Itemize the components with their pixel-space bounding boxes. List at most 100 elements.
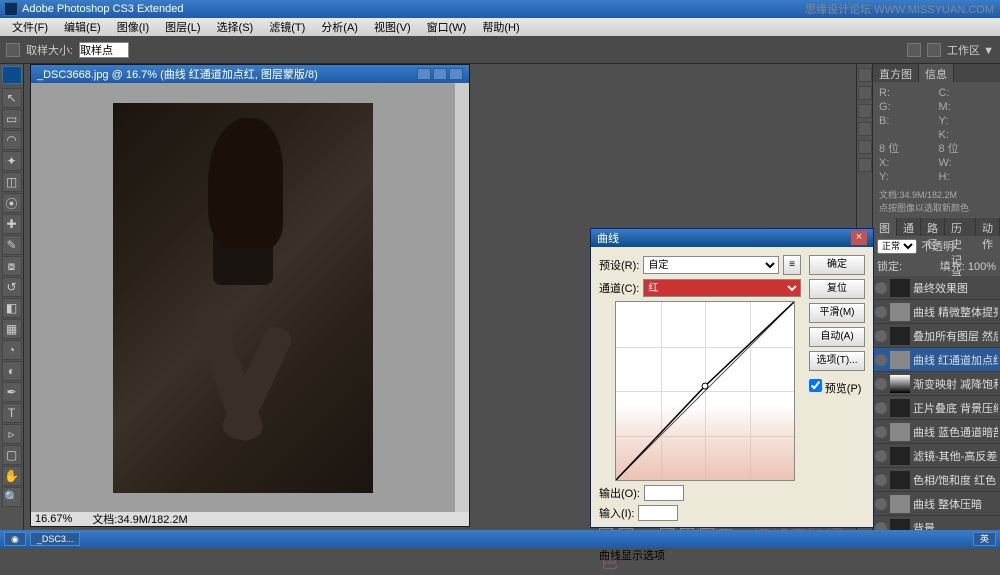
- document-titlebar[interactable]: _DSC3668.jpg @ 16.7% (曲线 红通道加点红, 图层蒙版/8): [31, 65, 469, 83]
- workspace-menu[interactable]: 工作区 ▼: [947, 42, 994, 58]
- tab-info[interactable]: 信息: [919, 64, 954, 82]
- tab-layers[interactable]: 图层: [873, 218, 897, 236]
- preview-label: 预览(P): [825, 383, 862, 395]
- visibility-icon[interactable]: [875, 282, 887, 294]
- crop-tool[interactable]: ◫: [2, 172, 22, 192]
- layer-item[interactable]: 曲线 蓝色通道暗部: [873, 420, 1000, 444]
- options-button[interactable]: 选项(T)...: [809, 351, 865, 371]
- hand-tool[interactable]: ✋: [2, 466, 22, 486]
- wand-tool[interactable]: ✦: [2, 151, 22, 171]
- history-brush-tool[interactable]: ↺: [2, 277, 22, 297]
- sample-size-input[interactable]: [79, 42, 129, 58]
- menu-layer[interactable]: 图层(L): [157, 17, 208, 37]
- output-input[interactable]: [644, 485, 684, 501]
- start-button[interactable]: ◉: [4, 532, 26, 546]
- preset-select[interactable]: 自定: [643, 256, 779, 274]
- smooth-button[interactable]: 平滑(M): [809, 303, 865, 323]
- blur-tool[interactable]: ◔: [2, 340, 22, 360]
- menu-file[interactable]: 文件(F): [4, 17, 56, 37]
- zoom-tool[interactable]: 🔍: [2, 487, 22, 507]
- tab-history[interactable]: 历史记录: [945, 218, 976, 236]
- marquee-tool[interactable]: ▭: [2, 109, 22, 129]
- scrollbar-vertical[interactable]: [455, 83, 469, 512]
- dock-color-icon[interactable]: [858, 86, 872, 100]
- zoom-level[interactable]: 16.67%: [35, 513, 72, 525]
- input-input[interactable]: [638, 505, 678, 521]
- dock-swatches-icon[interactable]: [858, 104, 872, 118]
- menu-filter[interactable]: 滤镜(T): [261, 17, 313, 37]
- layer-item[interactable]: 色相/饱和度 红色: [873, 468, 1000, 492]
- visibility-icon[interactable]: [875, 426, 887, 438]
- layer-item[interactable]: 渐变映射 减降饱和: [873, 372, 1000, 396]
- menu-help[interactable]: 帮助(H): [474, 17, 527, 37]
- curve-graph[interactable]: [615, 301, 795, 481]
- layer-item[interactable]: 滤镜-其他-高反差保-叠加柔光: [873, 444, 1000, 468]
- auto-button[interactable]: 自动(A): [809, 327, 865, 347]
- dock-navigator-icon[interactable]: [858, 68, 872, 82]
- visibility-icon[interactable]: [875, 450, 887, 462]
- taskbar-doc[interactable]: _DSC3...: [30, 532, 81, 546]
- tab-channels[interactable]: 通道: [897, 218, 921, 236]
- cancel-button[interactable]: 复位: [809, 279, 865, 299]
- tab-paths[interactable]: 路径: [921, 218, 945, 236]
- menu-window[interactable]: 窗口(W): [419, 17, 475, 37]
- visibility-icon[interactable]: [875, 498, 887, 510]
- type-tool[interactable]: T: [2, 403, 22, 423]
- dock-character-icon[interactable]: [858, 140, 872, 154]
- blend-mode-select[interactable]: 正常: [877, 239, 917, 254]
- layers-panel-tabs: 图层 通道 路径 历史记录 动作: [873, 218, 1000, 236]
- gradient-tool[interactable]: ▦: [2, 319, 22, 339]
- maximize-icon[interactable]: [433, 68, 447, 80]
- dock-styles-icon[interactable]: [858, 122, 872, 136]
- display-options-toggle[interactable]: 曲线显示选项: [599, 547, 665, 563]
- ok-button[interactable]: 确定: [809, 255, 865, 275]
- curves-titlebar[interactable]: 曲线 ×: [591, 229, 873, 247]
- visibility-icon[interactable]: [875, 474, 887, 486]
- move-tool[interactable]: ↖: [2, 88, 22, 108]
- preset-menu-icon[interactable]: ≡: [783, 255, 801, 275]
- visibility-icon[interactable]: [875, 330, 887, 342]
- menu-view[interactable]: 视图(V): [366, 17, 419, 37]
- eraser-tool[interactable]: ◧: [2, 298, 22, 318]
- curves-title-text: 曲线: [597, 230, 619, 246]
- document-canvas[interactable]: [31, 83, 455, 512]
- preview-checkbox[interactable]: [809, 379, 822, 392]
- info-panel: R:C: G:M: B:Y: K: 8 位8 位 X:W: Y:H: 文档:34…: [873, 82, 1000, 218]
- lasso-tool[interactable]: ◠: [2, 130, 22, 150]
- layer-item[interactable]: 叠加所有图层 然后精修肤质感: [873, 324, 1000, 348]
- menu-select[interactable]: 选择(S): [209, 17, 262, 37]
- pen-tool[interactable]: ✒: [2, 382, 22, 402]
- stamp-tool[interactable]: ⧇: [2, 256, 22, 276]
- minimize-icon[interactable]: [417, 68, 431, 80]
- healing-tool[interactable]: ✚: [2, 214, 22, 234]
- eyedropper-tool[interactable]: ⦿: [2, 193, 22, 213]
- curves-close-icon[interactable]: ×: [851, 231, 867, 245]
- shape-tool[interactable]: ▢: [2, 445, 22, 465]
- visibility-icon[interactable]: [875, 402, 887, 414]
- dock-paragraph-icon[interactable]: [858, 158, 872, 172]
- eyedropper-icon[interactable]: [6, 43, 20, 57]
- tab-histogram[interactable]: 直方图: [873, 64, 919, 82]
- visibility-icon[interactable]: [875, 378, 887, 390]
- launch-bridge-icon[interactable]: [907, 43, 921, 57]
- menu-image[interactable]: 图像(I): [109, 17, 157, 37]
- visibility-icon[interactable]: [875, 306, 887, 318]
- path-tool[interactable]: ▹: [2, 424, 22, 444]
- screen-mode-icon[interactable]: [927, 43, 941, 57]
- layer-item[interactable]: 曲线 整体压暗: [873, 492, 1000, 516]
- tab-actions[interactable]: 动作: [976, 218, 1000, 236]
- options-bar: 取样大小: 工作区 ▼: [0, 36, 1000, 64]
- menu-analysis[interactable]: 分析(A): [313, 17, 366, 37]
- layer-item[interactable]: 曲线 精微整体提亮: [873, 300, 1000, 324]
- layer-list: 最终效果图 曲线 精微整体提亮 叠加所有图层 然后精修肤质感 曲线 红通道加点红…: [873, 276, 1000, 540]
- layer-item[interactable]: 曲线 红通道加点红: [873, 348, 1000, 372]
- brush-tool[interactable]: ✎: [2, 235, 22, 255]
- channel-select[interactable]: 红: [643, 279, 801, 297]
- menu-edit[interactable]: 编辑(E): [56, 17, 109, 37]
- close-icon[interactable]: [449, 68, 463, 80]
- visibility-icon[interactable]: [875, 354, 887, 366]
- ime-indicator[interactable]: 英: [973, 532, 996, 546]
- layer-item[interactable]: 最终效果图: [873, 276, 1000, 300]
- dodge-tool[interactable]: ◐: [2, 361, 22, 381]
- layer-item[interactable]: 正片叠底 背景压缩: [873, 396, 1000, 420]
